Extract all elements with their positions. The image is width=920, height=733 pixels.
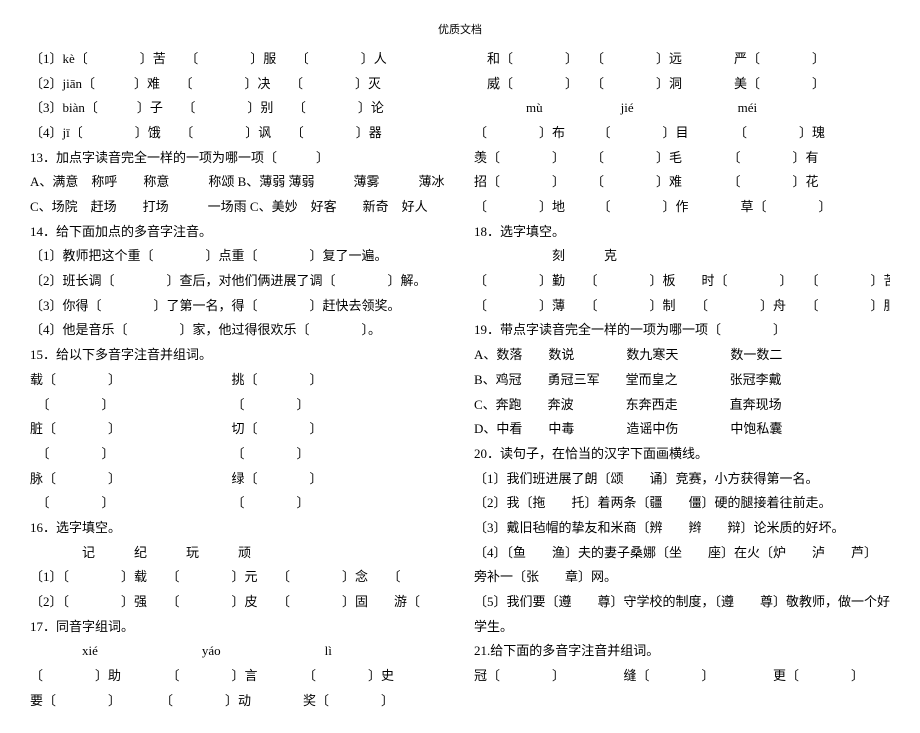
text-line: 〔 〕 〔 〕 bbox=[30, 442, 446, 467]
text-line: mù jié méi bbox=[474, 96, 890, 121]
text-line: 威〔 〕 〔 〕洞 美〔 〕 bbox=[474, 72, 890, 97]
text-line: 〔2〕我〔拖 托〕着两条〔疆 僵〕硬的腿接着往前走。 bbox=[474, 491, 890, 516]
text-line: 〔1〕kè〔 〕苦 〔 〕服 〔 〕人 bbox=[30, 47, 446, 72]
text-line: D、中看 中毒 造谣中伤 中饱私囊 bbox=[474, 417, 890, 442]
question-15: 15．给以下多音字注音并组词。 bbox=[30, 343, 446, 368]
text-line: C、场院 赶场 打场 一场雨 C、美妙 好客 新奇 好人 bbox=[30, 195, 446, 220]
page-header: 优质文档 bbox=[30, 20, 890, 41]
left-column: 〔1〕kè〔 〕苦 〔 〕服 〔 〕人 〔2〕jiān〔 〕难 〔 〕决 〔 〕… bbox=[30, 47, 446, 714]
question-14: 14．给下面加点的多音字注音。 bbox=[30, 220, 446, 245]
text-line: 〔1〕教师把这个重〔 〕点重〔 〕复了一遍。 bbox=[30, 244, 446, 269]
text-line: 〔4〕jī〔 〕饿 〔 〕讽 〔 〕器 bbox=[30, 121, 446, 146]
text-line: 学生。 bbox=[474, 615, 890, 640]
text-line: 〔3〕你得〔 〕了第一名，得〔 〕赶快去领奖。 bbox=[30, 294, 446, 319]
text-line: B、鸡冠 勇冠三军 堂而皇之 张冠李戴 bbox=[474, 368, 890, 393]
text-line: 羡〔 〕 〔 〕毛 〔 〕有 bbox=[474, 146, 890, 171]
text-line: 〔2〕〔 〕强 〔 〕皮 〔 〕固 游〔 〕 bbox=[30, 590, 446, 615]
text-line: 〔 〕助 〔 〕言 〔 〕史 bbox=[30, 664, 446, 689]
text-line: 旁补一〔张 章〕网。 bbox=[474, 565, 890, 590]
text-line: 〔3〕biàn〔 〕子 〔 〕别 〔 〕论 bbox=[30, 96, 446, 121]
text-line: 〔 〕地 〔 〕作 草〔 〕 bbox=[474, 195, 890, 220]
text-line: C、奔跑 奔波 东奔西走 直奔现场 bbox=[474, 393, 890, 418]
two-column-layout: 〔1〕kè〔 〕苦 〔 〕服 〔 〕人 〔2〕jiān〔 〕难 〔 〕决 〔 〕… bbox=[30, 47, 890, 714]
question-19: 19．带点字读音完全一样的一项为哪一项〔 〕 bbox=[474, 318, 890, 343]
text-line: A、满意 称呼 称意 称颂 B、薄弱 薄弱 薄雾 薄冰 bbox=[30, 170, 446, 195]
question-18: 18．选字填空。 bbox=[474, 220, 890, 245]
text-line: 〔 〕 〔 〕 bbox=[30, 393, 446, 418]
text-line: 冠〔 〕 缝〔 〕 更〔 〕 bbox=[474, 664, 890, 689]
right-column: 和〔 〕 〔 〕远 严〔 〕 威〔 〕 〔 〕洞 美〔 〕 mù jié méi… bbox=[474, 47, 890, 714]
text-line: 〔3〕戴旧毡帽的挚友和米商〔辨 辫 辩〕论米质的好坏。 bbox=[474, 516, 890, 541]
text-line: 〔 〕勤 〔 〕板 时〔 〕 〔 〕苦 bbox=[474, 269, 890, 294]
text-line: 〔2〕班长调〔 〕查后，对他们俩进展了调〔 〕解。 bbox=[30, 269, 446, 294]
text-line: 招〔 〕 〔 〕难 〔 〕花 bbox=[474, 170, 890, 195]
text-line: 〔4〕〔鱼 渔〕夫的妻子桑娜〔坐 座〕在火〔炉 泸 芦〕 bbox=[474, 541, 890, 566]
text-line: 〔 〕布 〔 〕目 〔 〕瑰 bbox=[474, 121, 890, 146]
text-line: A、数落 数说 数九寒天 数一数二 bbox=[474, 343, 890, 368]
text-line: 脏〔 〕 切〔 〕 bbox=[30, 417, 446, 442]
text-line: 刻 克 bbox=[474, 244, 890, 269]
question-20: 20．读句子，在恰当的汉字下面画横线。 bbox=[474, 442, 890, 467]
question-13: 13．加点字读音完全一样的一项为哪一项〔 〕 bbox=[30, 146, 446, 171]
text-line: 〔 〕 〔 〕 bbox=[30, 491, 446, 516]
text-line: 〔1〕〔 〕载 〔 〕元 〔 〕念 〔 〕叙 bbox=[30, 565, 446, 590]
text-line: 记 纪 玩 顽 bbox=[30, 541, 446, 566]
text-line: 〔 〕薄 〔 〕制 〔 〕舟 〔 〕服 bbox=[474, 294, 890, 319]
text-line: 和〔 〕 〔 〕远 严〔 〕 bbox=[474, 47, 890, 72]
question-17: 17．同音字组词。 bbox=[30, 615, 446, 640]
text-line: 〔4〕他是音乐〔 〕家，他过得很欢乐〔 〕。 bbox=[30, 318, 446, 343]
text-line: 脉〔 〕 绿〔 〕 bbox=[30, 467, 446, 492]
text-line: 要〔 〕 〔 〕动 奖〔 〕 bbox=[30, 689, 446, 714]
text-line: 载〔 〕 挑〔 〕 bbox=[30, 368, 446, 393]
text-line: 〔1〕我们班进展了朗〔颂 诵〕竞赛，小方获得第一名。 bbox=[474, 467, 890, 492]
question-16: 16．选字填空。 bbox=[30, 516, 446, 541]
text-line: 〔2〕jiān〔 〕难 〔 〕决 〔 〕灭 bbox=[30, 72, 446, 97]
text-line: 〔5〕我们要〔遵 尊〕守学校的制度，〔遵 尊〕敬教师，做一个好 bbox=[474, 590, 890, 615]
